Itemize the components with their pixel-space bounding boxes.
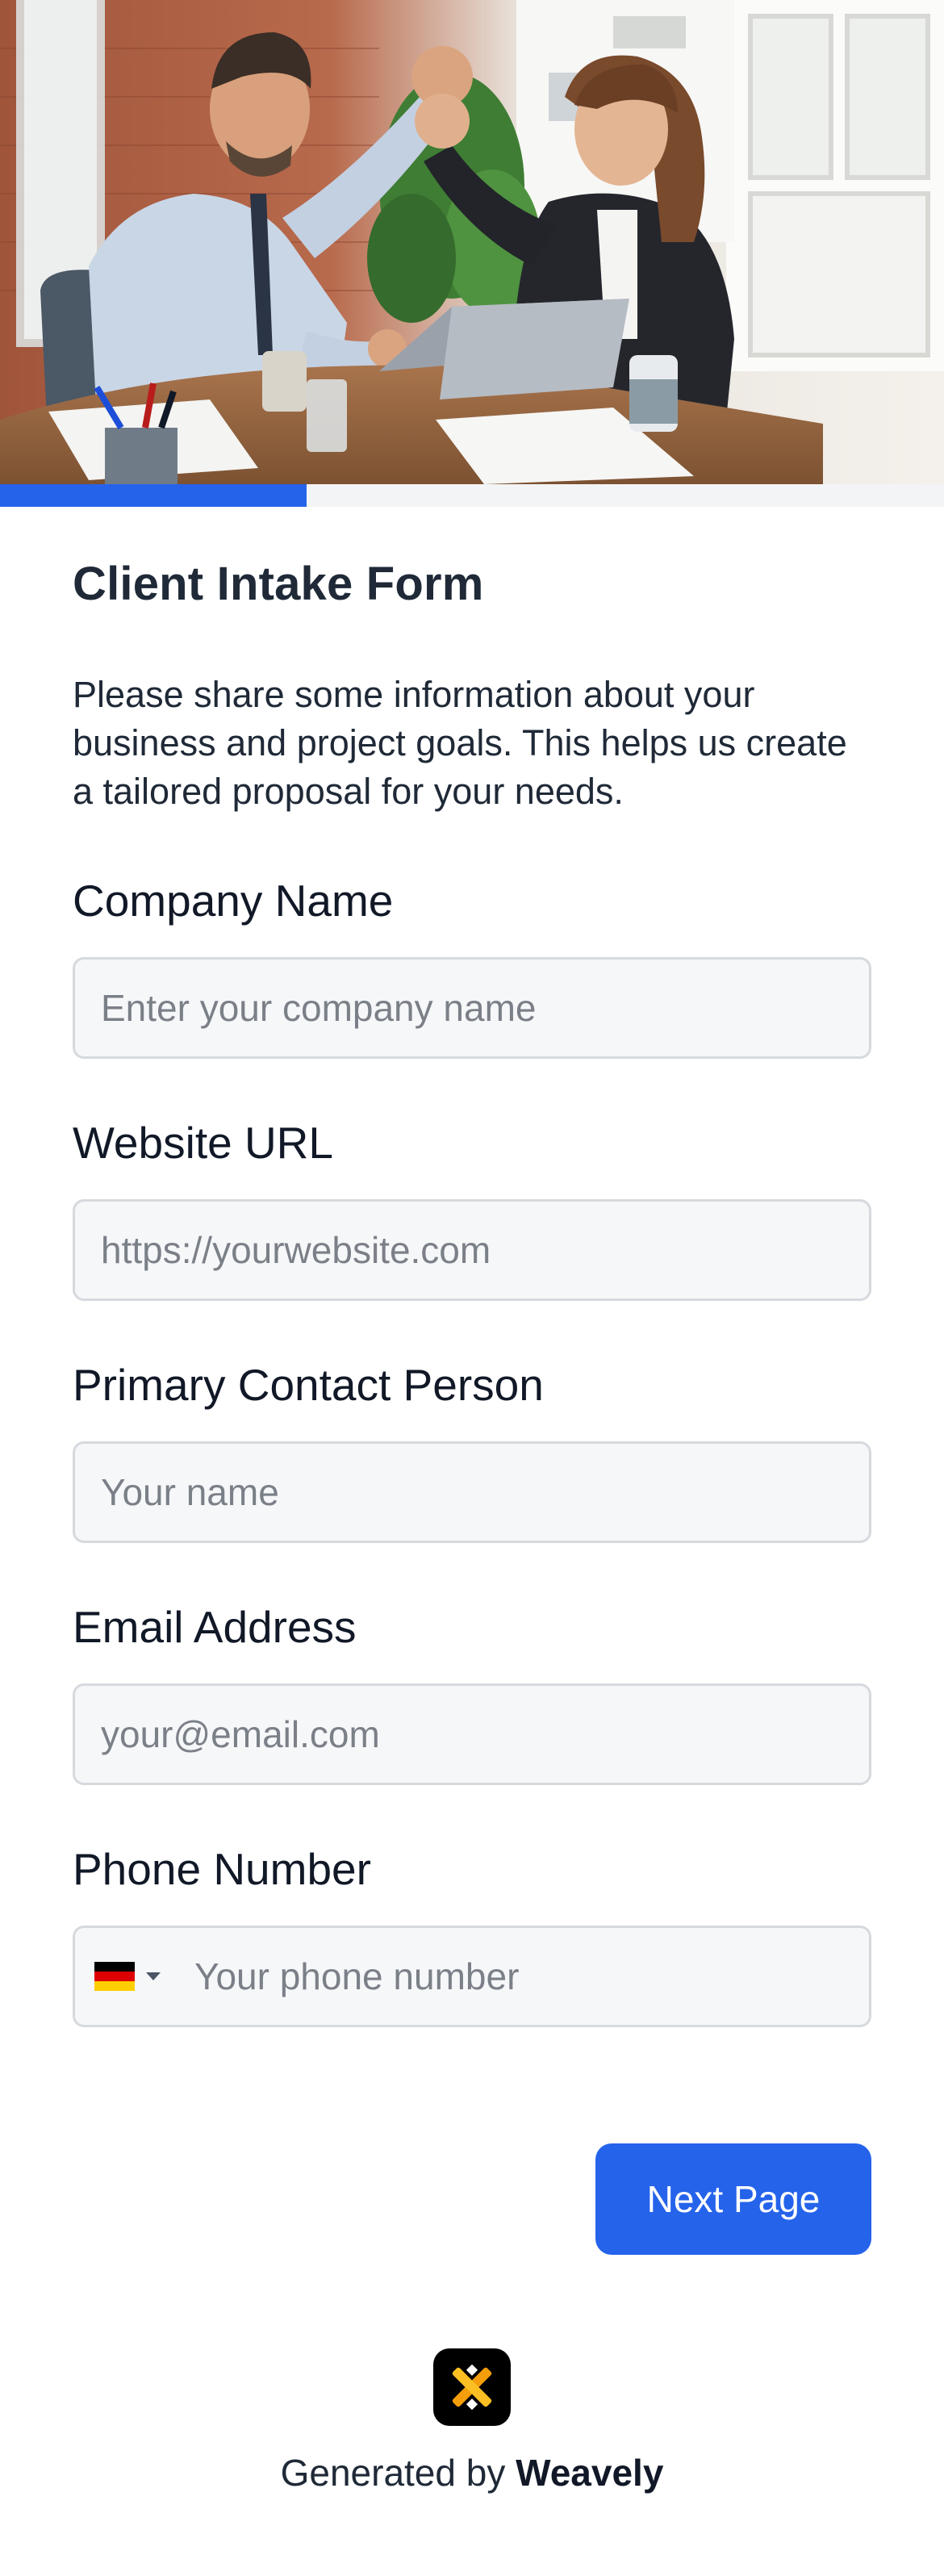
generated-by-text: Generated by Weavely	[0, 2451, 944, 2494]
contact-person-field: Primary Contact Person	[73, 1359, 871, 1543]
form-intro: Please share some information about your…	[73, 674, 847, 812]
next-page-button[interactable]: Next Page	[595, 2143, 871, 2255]
hero-image	[0, 0, 944, 484]
website-url-field: Website URL	[73, 1117, 871, 1301]
company-name-label: Company Name	[73, 876, 394, 926]
progress-bar	[0, 484, 944, 507]
brand-name[interactable]: Weavely	[516, 2452, 663, 2494]
phone-number-label: Phone Number	[73, 1844, 371, 1894]
progress-bar-fill	[0, 484, 307, 507]
website-url-input[interactable]	[73, 1199, 871, 1301]
email-address-label: Email Address	[73, 1602, 357, 1652]
country-code-select[interactable]	[75, 1928, 170, 2025]
germany-flag-icon	[94, 1962, 135, 1991]
form-title: Client Intake Form	[73, 558, 484, 610]
footer: Generated by Weavely	[0, 2348, 944, 2494]
phone-input-wrapper	[73, 1926, 871, 2027]
generated-by-prefix: Generated by	[280, 2452, 516, 2494]
phone-number-input[interactable]	[170, 1928, 869, 2025]
contact-person-label: Primary Contact Person	[73, 1360, 544, 1410]
phone-number-field: Phone Number	[73, 1843, 871, 2027]
website-url-label: Website URL	[73, 1118, 333, 1168]
caret-down-icon	[146, 1972, 161, 1980]
email-address-input[interactable]	[73, 1683, 871, 1785]
email-address-field: Email Address	[73, 1601, 871, 1785]
weavely-logo-icon[interactable]	[433, 2348, 511, 2426]
office-high-five-photo	[0, 0, 944, 484]
contact-person-input[interactable]	[73, 1441, 871, 1543]
company-name-field: Company Name	[73, 875, 871, 1059]
company-name-input[interactable]	[73, 957, 871, 1059]
